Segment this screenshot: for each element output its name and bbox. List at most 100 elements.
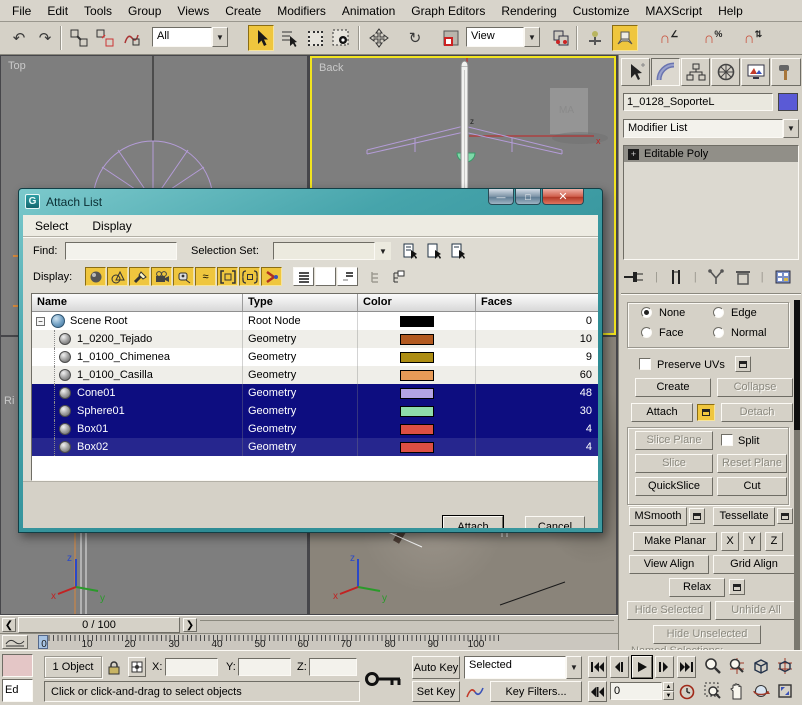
tessellate-settings-icon[interactable]	[777, 508, 793, 524]
add-selected-to-set-icon[interactable]	[401, 241, 421, 261]
make-planar-button[interactable]: Make Planar	[633, 532, 717, 551]
table-row-selected-focused[interactable]: Box02 Geometry 4	[32, 438, 598, 456]
select-by-name-icon[interactable]	[276, 25, 302, 51]
menu-rendering[interactable]: Rendering	[493, 2, 564, 20]
y-coordinate-field[interactable]	[238, 658, 291, 676]
cancel-button[interactable]: Cancel	[525, 516, 585, 528]
menu-views[interactable]: Views	[169, 2, 217, 20]
view-align-button[interactable]: View Align	[629, 555, 709, 574]
modifier-list-dropdown[interactable]: Modifier List ▼	[623, 119, 799, 138]
column-header-faces[interactable]: Faces	[476, 294, 598, 311]
tab-modify-icon[interactable]	[651, 58, 680, 86]
unlink-selection-icon[interactable]	[92, 25, 118, 51]
current-frame-field[interactable]	[610, 682, 662, 700]
bind-to-spacewarp-icon[interactable]	[118, 25, 144, 51]
dialog-titlebar[interactable]: G Attach List	[25, 194, 102, 209]
use-pivot-center-icon[interactable]	[548, 25, 574, 51]
pin-stack-icon[interactable]	[623, 268, 645, 286]
pan-hand-icon[interactable]	[726, 680, 748, 702]
spinner-down-icon[interactable]: ▼	[663, 691, 674, 700]
spinner-up-icon[interactable]: ▲	[663, 682, 674, 691]
track-bar[interactable]: 0 10 20 30 40 50 60 70 80 90 100	[0, 633, 618, 650]
display-xrefs-icon[interactable]	[239, 267, 260, 286]
select-and-rotate-icon[interactable]: ↻	[402, 25, 428, 51]
constraint-normal-radio[interactable]	[713, 327, 724, 338]
menu-create[interactable]: Create	[217, 2, 269, 20]
expand-icon[interactable]: +	[628, 149, 639, 160]
attach-button-panel[interactable]: Attach	[631, 403, 693, 422]
configure-modifier-sets-icon[interactable]	[774, 268, 794, 286]
chevron-down-icon[interactable]: ▼	[566, 656, 582, 679]
time-next-icon[interactable]: ❯	[183, 618, 197, 632]
planar-y-button[interactable]: Y	[743, 532, 761, 551]
find-input[interactable]	[65, 242, 177, 260]
zoom-region-icon[interactable]	[702, 680, 724, 702]
next-frame-icon[interactable]	[655, 656, 674, 678]
display-lights-icon[interactable]	[129, 267, 150, 286]
table-row-selected[interactable]: Cone01 Geometry 48	[32, 384, 598, 402]
select-and-scale-icon[interactable]	[438, 25, 464, 51]
auto-key-button[interactable]: Auto Key	[412, 656, 460, 679]
snap-toggle-3d-icon[interactable]	[612, 25, 638, 51]
menu-tools[interactable]: Tools	[76, 2, 120, 20]
chevron-down-icon[interactable]: ▼	[783, 119, 799, 138]
column-header-color[interactable]: Color	[358, 294, 476, 311]
preserve-uvs-checkbox[interactable]	[639, 358, 651, 370]
menu-maxscript[interactable]: MAXScript	[637, 2, 710, 20]
relax-settings-icon[interactable]	[729, 579, 745, 595]
select-and-manipulate-icon[interactable]	[582, 25, 608, 51]
create-button[interactable]: Create	[635, 378, 711, 397]
menu-edit[interactable]: Edit	[39, 2, 76, 20]
dialog-menu-display[interactable]: Display	[80, 217, 143, 235]
menu-file[interactable]: File	[4, 2, 39, 20]
display-geometry-icon[interactable]	[85, 267, 106, 286]
select-objects-in-set-icon[interactable]	[449, 241, 469, 261]
absolute-mode-icon[interactable]	[128, 657, 146, 677]
constraint-none-radio[interactable]	[641, 307, 652, 318]
split-checkbox[interactable]	[721, 434, 733, 446]
minimize-button[interactable]: —	[488, 189, 514, 205]
maximize-button[interactable]: □	[515, 189, 541, 205]
table-row-selected[interactable]: Sphere01 Geometry 30	[32, 402, 598, 420]
key-filters-button[interactable]: Key Filters...	[490, 681, 582, 702]
constraint-edge-radio[interactable]	[713, 307, 724, 318]
close-button[interactable]: ✕	[542, 189, 584, 205]
msmooth-button[interactable]: MSmooth	[629, 507, 687, 526]
menu-graph-editors[interactable]: Graph Editors	[403, 2, 493, 20]
quickslice-button[interactable]: QuickSlice	[635, 477, 713, 496]
set-keys-key-icon[interactable]	[362, 657, 406, 701]
msmooth-settings-icon[interactable]	[689, 508, 705, 524]
x-coordinate-field[interactable]	[165, 658, 218, 676]
go-to-end-icon[interactable]	[677, 656, 696, 678]
default-tangent-icon[interactable]	[464, 681, 486, 702]
select-object-icon[interactable]	[248, 25, 274, 51]
menu-group[interactable]: Group	[120, 2, 169, 20]
reference-coordinate-combo[interactable]: View ▼	[466, 27, 540, 47]
column-header-type[interactable]: Type	[243, 294, 358, 311]
percent-snap-icon[interactable]: ∩%	[700, 25, 726, 51]
zoom-icon[interactable]	[702, 655, 724, 677]
menu-modifiers[interactable]: Modifiers	[269, 2, 334, 20]
display-groups-icon[interactable]	[217, 267, 238, 286]
z-coordinate-field[interactable]	[309, 658, 357, 676]
go-to-start-icon[interactable]	[588, 656, 607, 678]
show-end-result-icon[interactable]	[668, 268, 684, 286]
stack-item-editable-poly[interactable]: + Editable Poly	[624, 146, 798, 162]
collapse-icon[interactable]: −	[36, 317, 45, 326]
frame-spinner[interactable]: ▲ ▼	[663, 682, 674, 700]
attach-button[interactable]: Attach	[443, 516, 503, 528]
maxscript-mini-listener-pink[interactable]	[2, 654, 33, 677]
menu-help[interactable]: Help	[710, 2, 751, 20]
preserve-uvs-settings-icon[interactable]	[735, 356, 751, 372]
display-none-icon[interactable]	[315, 267, 336, 286]
planar-z-button[interactable]: Z	[765, 532, 783, 551]
chevron-down-icon[interactable]: ▼	[524, 27, 540, 47]
make-unique-icon[interactable]	[707, 268, 725, 286]
cut-button[interactable]: Cut	[717, 477, 787, 496]
select-and-move-icon[interactable]	[366, 25, 392, 51]
object-color-swatch[interactable]	[778, 93, 798, 111]
relax-button[interactable]: Relax	[669, 578, 725, 597]
time-slider-handle[interactable]: 0 / 100	[18, 617, 180, 633]
selection-lock-icon[interactable]	[106, 657, 122, 677]
panel-scrollbar[interactable]	[794, 300, 800, 650]
